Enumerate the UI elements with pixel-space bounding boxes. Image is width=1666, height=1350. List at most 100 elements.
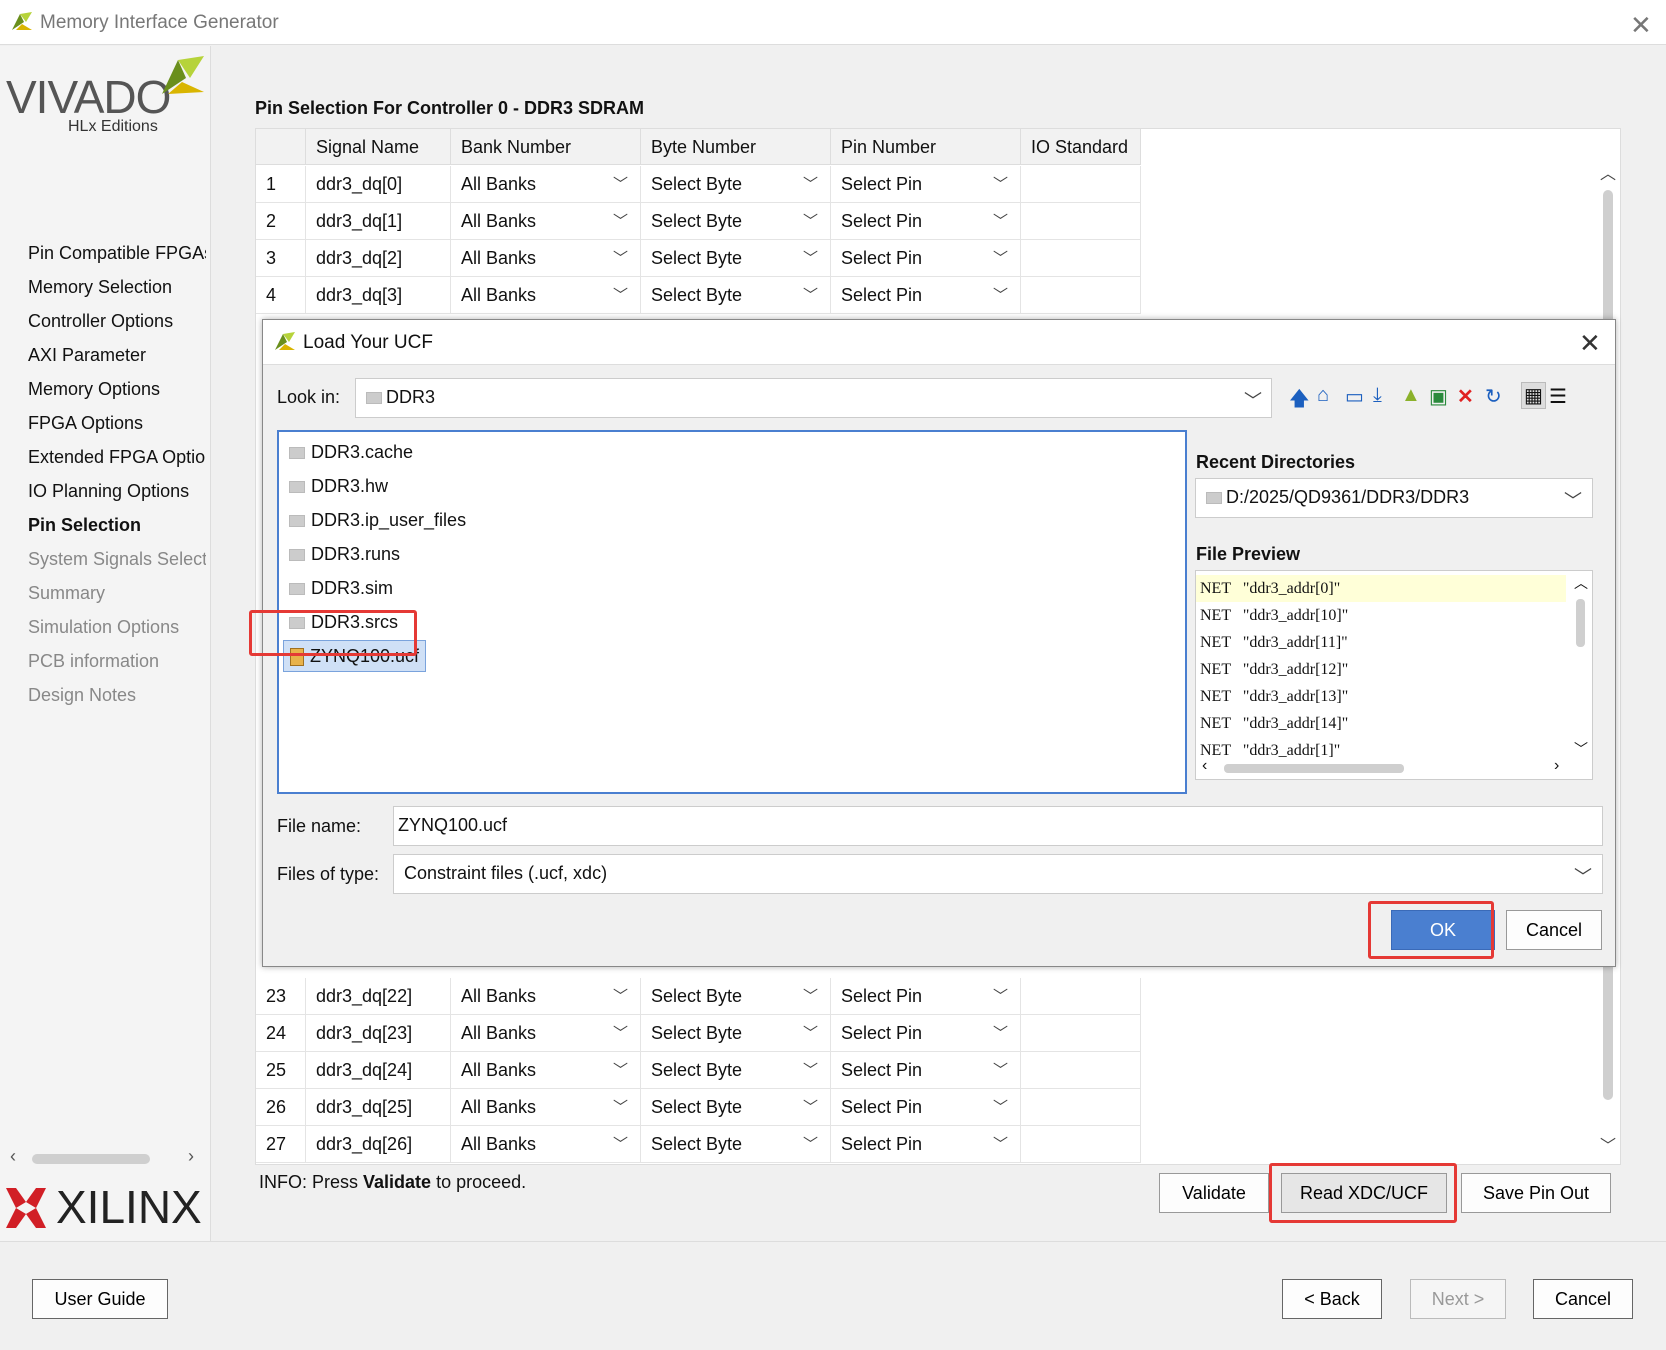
col-header-pin[interactable]: Pin Number	[831, 129, 1021, 165]
folder-icon	[1206, 492, 1222, 504]
sidebar-item-extended-fpga-options[interactable]: Extended FPGA Options	[28, 440, 206, 474]
col-header-bank[interactable]: Bank Number	[451, 129, 641, 165]
sidebar-item-controller-options[interactable]: Controller Options	[28, 304, 206, 338]
grid-view-icon[interactable]: ▦	[1521, 382, 1546, 409]
bank-select[interactable]: All Banks ﹀	[451, 203, 641, 240]
sidebar-item-simulation-options: Simulation Options	[28, 617, 180, 637]
list-item[interactable]: DDR3.sim	[289, 573, 393, 603]
download-icon[interactable]: ⤓	[1373, 384, 1382, 407]
table-row: 25 ddr3_dq[24] All Banks ﹀ Select Byte ﹀ S…	[256, 1052, 1141, 1089]
back-button[interactable]: < Back	[1282, 1279, 1382, 1319]
scroll-thumb[interactable]	[1576, 599, 1585, 647]
pin-select[interactable]: Select Pin ﹀	[831, 203, 1021, 240]
byte-select[interactable]: Select Byte ﹀	[641, 1015, 831, 1052]
sidebar-item-io-planning-options[interactable]: IO Planning Options	[28, 474, 206, 508]
chevron-down-icon: ﹀	[802, 1099, 818, 1116]
col-header-signal[interactable]: Signal Name	[306, 129, 451, 165]
bank-select[interactable]: All Banks ﹀	[451, 166, 641, 203]
up-folder-icon[interactable]: 🡅	[1289, 384, 1310, 418]
byte-select[interactable]: Select Byte ﹀	[641, 277, 831, 314]
preview-vscrollbar[interactable]: ︿ ﹀	[1572, 573, 1590, 759]
scroll-up-icon[interactable]: ︿	[1574, 573, 1588, 593]
sidebar-item-axi-parameter[interactable]: AXI Parameter	[28, 338, 206, 372]
recent-directories-select[interactable]: D:/2025/QD9361/DDR3/DDR3 ﹀	[1195, 478, 1593, 518]
col-header-io-standard[interactable]: IO Standard	[1021, 129, 1141, 165]
file-preview[interactable]: NET "ddr3_addr[0]" NET "ddr3_addr[10]" N…	[1195, 570, 1593, 780]
look-in-select[interactable]: DDR3 ﹀	[355, 378, 1272, 418]
row-index: 2	[256, 203, 306, 240]
pin-select[interactable]: Select Pin ﹀	[831, 240, 1021, 277]
pin-value: Select Pin	[841, 1134, 923, 1154]
validate-button[interactable]: Validate	[1159, 1173, 1269, 1213]
byte-select[interactable]: Select Byte ﹀	[641, 203, 831, 240]
sidebar-item-memory-options[interactable]: Memory Options	[28, 372, 206, 406]
pin-select[interactable]: Select Pin ﹀	[831, 1015, 1021, 1052]
home-icon[interactable]: ⌂	[1317, 384, 1329, 407]
refresh-icon[interactable]: ↻	[1485, 384, 1502, 409]
sidebar-item-fpga-options[interactable]: FPGA Options	[28, 406, 206, 440]
scroll-right-icon[interactable]: ›	[188, 1146, 194, 1167]
dialog-close-icon[interactable]: ✕	[1579, 328, 1601, 359]
scroll-left-icon[interactable]: ‹	[1202, 757, 1207, 775]
preview-hscrollbar[interactable]: ‹ ›	[1198, 757, 1570, 777]
sidebar-item-memory-selection[interactable]: Memory Selection	[28, 270, 206, 304]
list-item[interactable]: DDR3.runs	[289, 539, 400, 569]
list-view-icon[interactable]: ☰	[1549, 384, 1567, 409]
byte-select[interactable]: Select Byte ﹀	[641, 978, 831, 1015]
vivado-logo-icon	[12, 12, 32, 30]
desktop-icon[interactable]: ▭	[1345, 384, 1364, 409]
pin-select[interactable]: Select Pin ﹀	[831, 1126, 1021, 1163]
bank-select[interactable]: All Banks ﹀	[451, 1052, 641, 1089]
io-standard-cell[interactable]	[1021, 240, 1141, 277]
pin-select[interactable]: Select Pin ﹀	[831, 166, 1021, 203]
io-standard-cell[interactable]	[1021, 1015, 1141, 1052]
scroll-left-icon[interactable]: ‹	[10, 1146, 16, 1167]
bank-select[interactable]: All Banks ﹀	[451, 277, 641, 314]
list-item[interactable]: DDR3.cache	[289, 437, 413, 467]
scroll-right-icon[interactable]: ›	[1554, 757, 1559, 775]
user-guide-button[interactable]: User Guide	[32, 1279, 168, 1319]
bank-select[interactable]: All Banks ﹀	[451, 978, 641, 1015]
io-standard-cell[interactable]	[1021, 1126, 1141, 1163]
cancel-button[interactable]: Cancel	[1533, 1279, 1633, 1319]
bank-select[interactable]: All Banks ﹀	[451, 1089, 641, 1126]
pin-select[interactable]: Select Pin ﹀	[831, 1089, 1021, 1126]
pin-select[interactable]: Select Pin ﹀	[831, 1052, 1021, 1089]
window-close-icon[interactable]: ✕	[1630, 10, 1652, 41]
pin-select[interactable]: Select Pin ﹀	[831, 978, 1021, 1015]
chevron-down-icon: ﹀	[1564, 491, 1582, 511]
io-standard-cell[interactable]	[1021, 203, 1141, 240]
scroll-down-icon[interactable]: ﹀	[1574, 739, 1588, 759]
new-folder-icon[interactable]: ▣	[1429, 384, 1448, 409]
io-standard-cell[interactable]	[1021, 1089, 1141, 1126]
byte-select[interactable]: Select Byte ﹀	[641, 240, 831, 277]
pin-select[interactable]: Select Pin ﹀	[831, 277, 1021, 314]
scroll-thumb[interactable]	[1224, 764, 1404, 773]
io-standard-cell[interactable]	[1021, 978, 1141, 1015]
list-item[interactable]: DDR3.hw	[289, 471, 388, 501]
file-type-select[interactable]: Constraint files (.ucf, xdc) ﹀	[393, 854, 1603, 894]
io-standard-cell[interactable]	[1021, 166, 1141, 203]
save-pin-out-button[interactable]: Save Pin Out	[1461, 1173, 1611, 1213]
project-icon[interactable]: ▲	[1401, 384, 1421, 407]
bank-select[interactable]: All Banks ﹀	[451, 1015, 641, 1052]
dialog-cancel-button[interactable]: Cancel	[1506, 910, 1602, 950]
list-item[interactable]: DDR3.ip_user_files	[289, 505, 466, 535]
byte-select[interactable]: Select Byte ﹀	[641, 1089, 831, 1126]
byte-select[interactable]: Select Byte ﹀	[641, 166, 831, 203]
byte-select[interactable]: Select Byte ﹀	[641, 1052, 831, 1089]
byte-select[interactable]: Select Byte ﹀	[641, 1126, 831, 1163]
sidebar-item-pin-selection[interactable]: Pin Selection	[28, 508, 206, 542]
file-name-input[interactable]: ZYNQ100.ucf	[393, 806, 1603, 846]
col-header-byte[interactable]: Byte Number	[641, 129, 831, 165]
delete-icon[interactable]: ✕	[1457, 384, 1474, 409]
scroll-up-icon[interactable]: ︿	[1600, 160, 1616, 184]
bank-select[interactable]: All Banks ﹀	[451, 1126, 641, 1163]
sidebar-hscrollbar[interactable]: ‹ ›	[10, 1146, 200, 1168]
scroll-thumb[interactable]	[32, 1154, 150, 1164]
scroll-down-icon[interactable]: ﹀	[1600, 1132, 1616, 1156]
io-standard-cell[interactable]	[1021, 277, 1141, 314]
bank-select[interactable]: All Banks ﹀	[451, 240, 641, 277]
io-standard-cell[interactable]	[1021, 1052, 1141, 1089]
sidebar-item-pin-compatible[interactable]: Pin Compatible FPGAs	[28, 236, 206, 270]
